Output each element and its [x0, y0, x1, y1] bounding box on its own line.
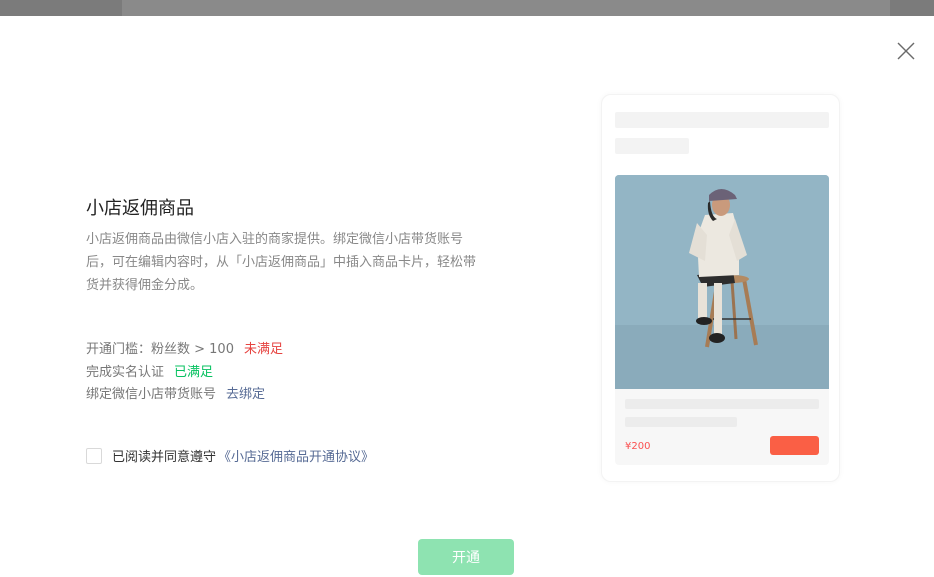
- requirement-bind-account: 绑定微信小店带货账号 去绑定: [86, 383, 265, 402]
- skeleton-line: [615, 138, 689, 154]
- agreement-row: 已阅读并同意遵守 《小店返佣商品开通协议》: [86, 446, 374, 465]
- dialog-title: 小店返佣商品: [86, 198, 194, 219]
- product-card-preview: ¥200: [601, 94, 840, 482]
- requirement-realname: 完成实名认证 已满足: [86, 361, 213, 380]
- requirement-label: 开通门槛：粉丝数 > 100: [86, 342, 234, 357]
- product-info: ¥200: [615, 389, 829, 465]
- agreement-link[interactable]: 《小店返佣商品开通协议》: [218, 446, 374, 465]
- close-icon: [897, 42, 915, 60]
- product-photo-illustration: [615, 175, 829, 389]
- requirement-followers: 开通门槛：粉丝数 > 100 未满足: [86, 338, 283, 357]
- open-shop-commission-dialog: 小店返佣商品 小店返佣商品由微信小店入驻的商家提供。绑定微信小店带货账号后，可在…: [0, 16, 934, 577]
- requirement-status-met: 已满足: [174, 365, 214, 380]
- close-button[interactable]: [896, 41, 916, 61]
- product-image: [615, 175, 829, 389]
- buy-button: [770, 436, 819, 455]
- product-price: ¥200: [625, 441, 651, 452]
- bind-account-link[interactable]: 去绑定: [226, 387, 265, 402]
- requirement-status-unmet: 未满足: [243, 342, 283, 357]
- dialog-description: 小店返佣商品由微信小店入驻的商家提供。绑定微信小店带货账号后，可在编辑内容时，从…: [86, 232, 477, 293]
- skeleton-line: [625, 417, 737, 427]
- requirement-label: 完成实名认证: [86, 365, 165, 380]
- agreement-checkbox[interactable]: [86, 447, 102, 464]
- requirement-label: 绑定微信小店带货账号: [86, 387, 217, 402]
- open-button[interactable]: 开通: [418, 539, 514, 575]
- page-backdrop: [0, 0, 934, 16]
- backdrop-content: [122, 0, 890, 16]
- skeleton-line: [615, 112, 829, 128]
- skeleton-line: [625, 399, 819, 409]
- agreement-text: 已阅读并同意遵守: [112, 450, 217, 465]
